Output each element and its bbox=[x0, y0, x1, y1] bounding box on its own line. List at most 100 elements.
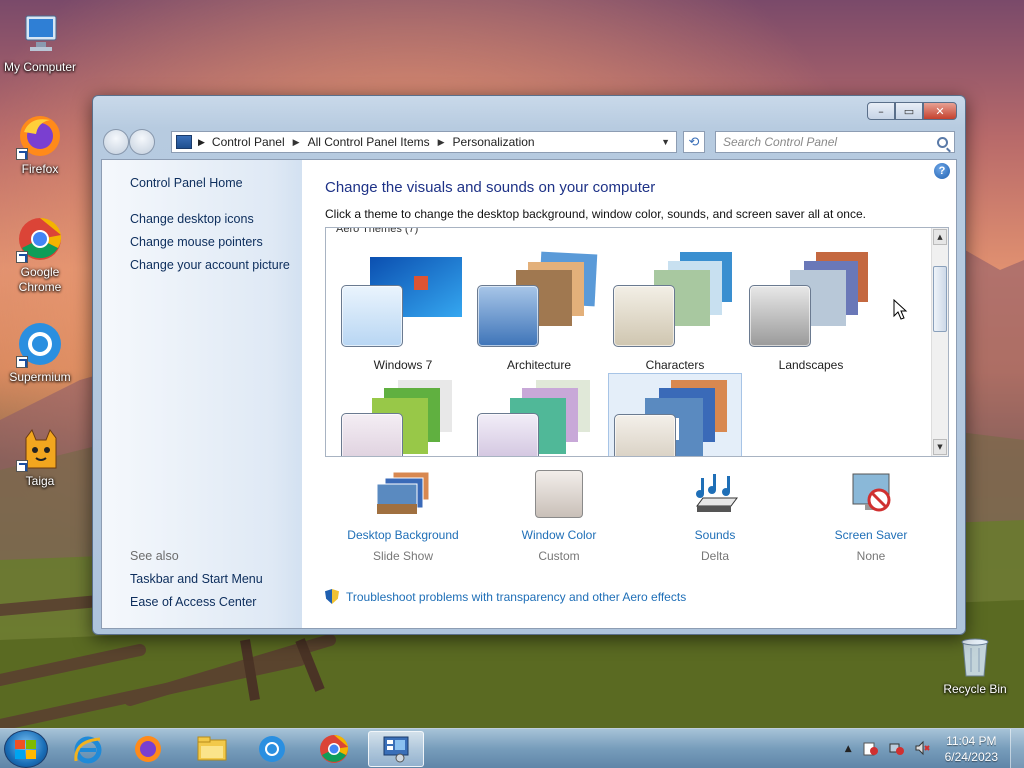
theme-color-chip bbox=[477, 285, 539, 347]
scroll-down-arrow-icon[interactable]: ▼ bbox=[933, 439, 947, 455]
theme-color-chip bbox=[341, 413, 403, 456]
sidebar-link-desktop-icons[interactable]: Change desktop icons bbox=[130, 212, 254, 226]
theme-label: Characters bbox=[645, 358, 705, 372]
desktop-icon-taiga[interactable]: Taiga bbox=[0, 424, 80, 489]
window-color-label[interactable]: Window Color bbox=[481, 528, 637, 542]
navigation-bar: ▶ Control Panel ▶ All Control Panel Item… bbox=[101, 129, 957, 155]
desktop-icon-firefox[interactable]: Firefox bbox=[0, 112, 80, 177]
breadcrumb-control-panel[interactable]: Control Panel bbox=[212, 135, 285, 149]
taskbar-supermium[interactable] bbox=[244, 731, 300, 767]
close-button[interactable]: ✕ bbox=[923, 102, 957, 120]
window-content: Control Panel Home Change desktop icons … bbox=[101, 159, 957, 629]
start-button[interactable] bbox=[4, 730, 48, 768]
screen-saver-label[interactable]: Screen Saver bbox=[793, 528, 949, 542]
theme-architecture[interactable]: Architecture bbox=[472, 248, 606, 373]
clock-date: 6/24/2023 bbox=[944, 750, 998, 764]
sidebar-link-mouse-pointers[interactable]: Change mouse pointers bbox=[130, 235, 263, 249]
help-icon[interactable]: ? bbox=[934, 163, 950, 179]
theme-scenes[interactable] bbox=[472, 376, 606, 456]
breadcrumb-sep-icon: ▶ bbox=[437, 136, 445, 147]
theme-windows-7[interactable]: Windows 7 bbox=[336, 248, 470, 373]
search-icon[interactable] bbox=[937, 136, 948, 148]
back-button[interactable] bbox=[103, 129, 129, 155]
desktop-icon-label: My Computer bbox=[3, 60, 77, 74]
desktop-icon-label: Supermium bbox=[9, 370, 71, 384]
scroll-up-arrow-icon[interactable]: ▲ bbox=[933, 229, 947, 245]
desktop-icon-google-chrome[interactable]: Google Chrome bbox=[0, 215, 80, 295]
control-panel-icon bbox=[383, 736, 409, 763]
theme-color-chip bbox=[613, 285, 675, 347]
scrollbar-thumb[interactable] bbox=[933, 266, 947, 332]
taskbar-control-panel[interactable] bbox=[368, 731, 424, 767]
troubleshoot-label[interactable]: Troubleshoot problems with transparency … bbox=[346, 590, 686, 604]
theme-settings: Desktop Background Slide Show Window Col… bbox=[325, 470, 949, 580]
breadcrumb-sep-icon: ▶ bbox=[198, 136, 205, 147]
sidebar-link-ease-of-access[interactable]: Ease of Access Center bbox=[130, 595, 256, 609]
address-dropdown-icon[interactable]: ▼ bbox=[661, 137, 670, 147]
screen-saver-icon bbox=[847, 470, 895, 518]
breadcrumb-personalization[interactable]: Personalization bbox=[453, 135, 535, 149]
personalization-window[interactable]: – ▭ ✕ ▶ Control Panel ▶ All Control Pane… bbox=[92, 95, 966, 635]
action-center-icon[interactable] bbox=[862, 740, 878, 759]
main-panel: ? Change the visuals and sounds on your … bbox=[302, 160, 956, 628]
tray-overflow-icon[interactable]: ▲ bbox=[845, 744, 852, 754]
desktop-icon-recycle-bin[interactable]: Recycle Bin bbox=[935, 632, 1015, 697]
firefox-icon bbox=[135, 736, 161, 762]
minimize-button[interactable]: – bbox=[867, 102, 895, 120]
supermium-icon bbox=[259, 736, 285, 762]
firefox-icon bbox=[16, 112, 64, 160]
desktop-icon-label: Firefox bbox=[21, 162, 59, 176]
forward-button[interactable] bbox=[129, 129, 155, 155]
desktop-icon-label: Recycle Bin bbox=[943, 682, 1007, 696]
shortcut-arrow-icon bbox=[16, 251, 28, 263]
desktop-background-item[interactable]: Desktop Background Slide Show bbox=[325, 470, 481, 563]
theme-characters[interactable]: Characters bbox=[608, 248, 742, 373]
clock[interactable]: 11:04 PM 6/24/2023 bbox=[945, 733, 998, 765]
chrome-icon bbox=[320, 734, 349, 763]
theme-list-scrollbar[interactable]: ▲ ▼ bbox=[931, 228, 948, 456]
windows-logo-icon bbox=[15, 740, 36, 759]
search-input[interactable]: Search Control Panel bbox=[715, 131, 955, 153]
theme-landscapes[interactable]: Landscapes bbox=[744, 248, 878, 373]
desktop-icon-label: Google Chrome bbox=[18, 265, 62, 294]
troubleshoot-link[interactable]: Troubleshoot problems with transparency … bbox=[325, 589, 686, 604]
sidebar-control-panel-home[interactable]: Control Panel Home bbox=[130, 176, 243, 190]
page-subtitle: Click a theme to change the desktop back… bbox=[325, 207, 866, 221]
desktop-icon-label: Taiga bbox=[25, 474, 55, 488]
sounds-item[interactable]: Sounds Delta bbox=[637, 470, 793, 563]
address-bar[interactable]: ▶ Control Panel ▶ All Control Panel Item… bbox=[171, 131, 677, 153]
taiga-icon bbox=[16, 424, 64, 472]
taskbar-internet-explorer[interactable] bbox=[60, 731, 116, 767]
shortcut-arrow-icon bbox=[16, 148, 28, 160]
network-icon[interactable] bbox=[888, 740, 904, 759]
taskbar-file-explorer[interactable] bbox=[184, 731, 240, 767]
see-also-header: See also bbox=[130, 549, 179, 563]
theme-group-header: Aero Themes (7) bbox=[336, 227, 419, 235]
theme-label: Architecture bbox=[506, 358, 572, 372]
maximize-button[interactable]: ▭ bbox=[895, 102, 923, 120]
desktop-icon-my-computer[interactable]: My Computer bbox=[0, 10, 80, 75]
theme-list: Aero Themes (7) Windows 7 Architecture C… bbox=[325, 227, 949, 457]
window-controls: – ▭ ✕ bbox=[867, 102, 957, 120]
volume-muted-icon[interactable] bbox=[914, 740, 930, 759]
sounds-value: Delta bbox=[700, 549, 729, 563]
sidebar-link-account-picture[interactable]: Change your account picture bbox=[130, 258, 290, 272]
theme-united-states[interactable] bbox=[608, 373, 742, 456]
show-desktop-button[interactable] bbox=[1010, 729, 1024, 768]
theme-color-chip bbox=[614, 414, 676, 456]
folder-icon bbox=[197, 736, 227, 761]
taskbar-firefox[interactable] bbox=[120, 731, 176, 767]
window-color-item[interactable]: Window Color Custom bbox=[481, 470, 637, 563]
sounds-label[interactable]: Sounds bbox=[637, 528, 793, 542]
theme-color-chip bbox=[341, 285, 403, 347]
refresh-button[interactable]: ⟲ bbox=[683, 131, 705, 153]
chrome-icon bbox=[16, 215, 64, 263]
screen-saver-item[interactable]: Screen Saver None bbox=[793, 470, 949, 563]
desktop-icon-supermium[interactable]: Supermium bbox=[0, 320, 80, 385]
desktop-background-label[interactable]: Desktop Background bbox=[325, 528, 481, 542]
sidebar-link-taskbar[interactable]: Taskbar and Start Menu bbox=[130, 572, 263, 586]
breadcrumb-all-items[interactable]: All Control Panel Items bbox=[308, 135, 430, 149]
page-title: Change the visuals and sounds on your co… bbox=[325, 179, 656, 196]
theme-nature[interactable] bbox=[336, 376, 470, 456]
taskbar-chrome[interactable] bbox=[306, 731, 362, 767]
